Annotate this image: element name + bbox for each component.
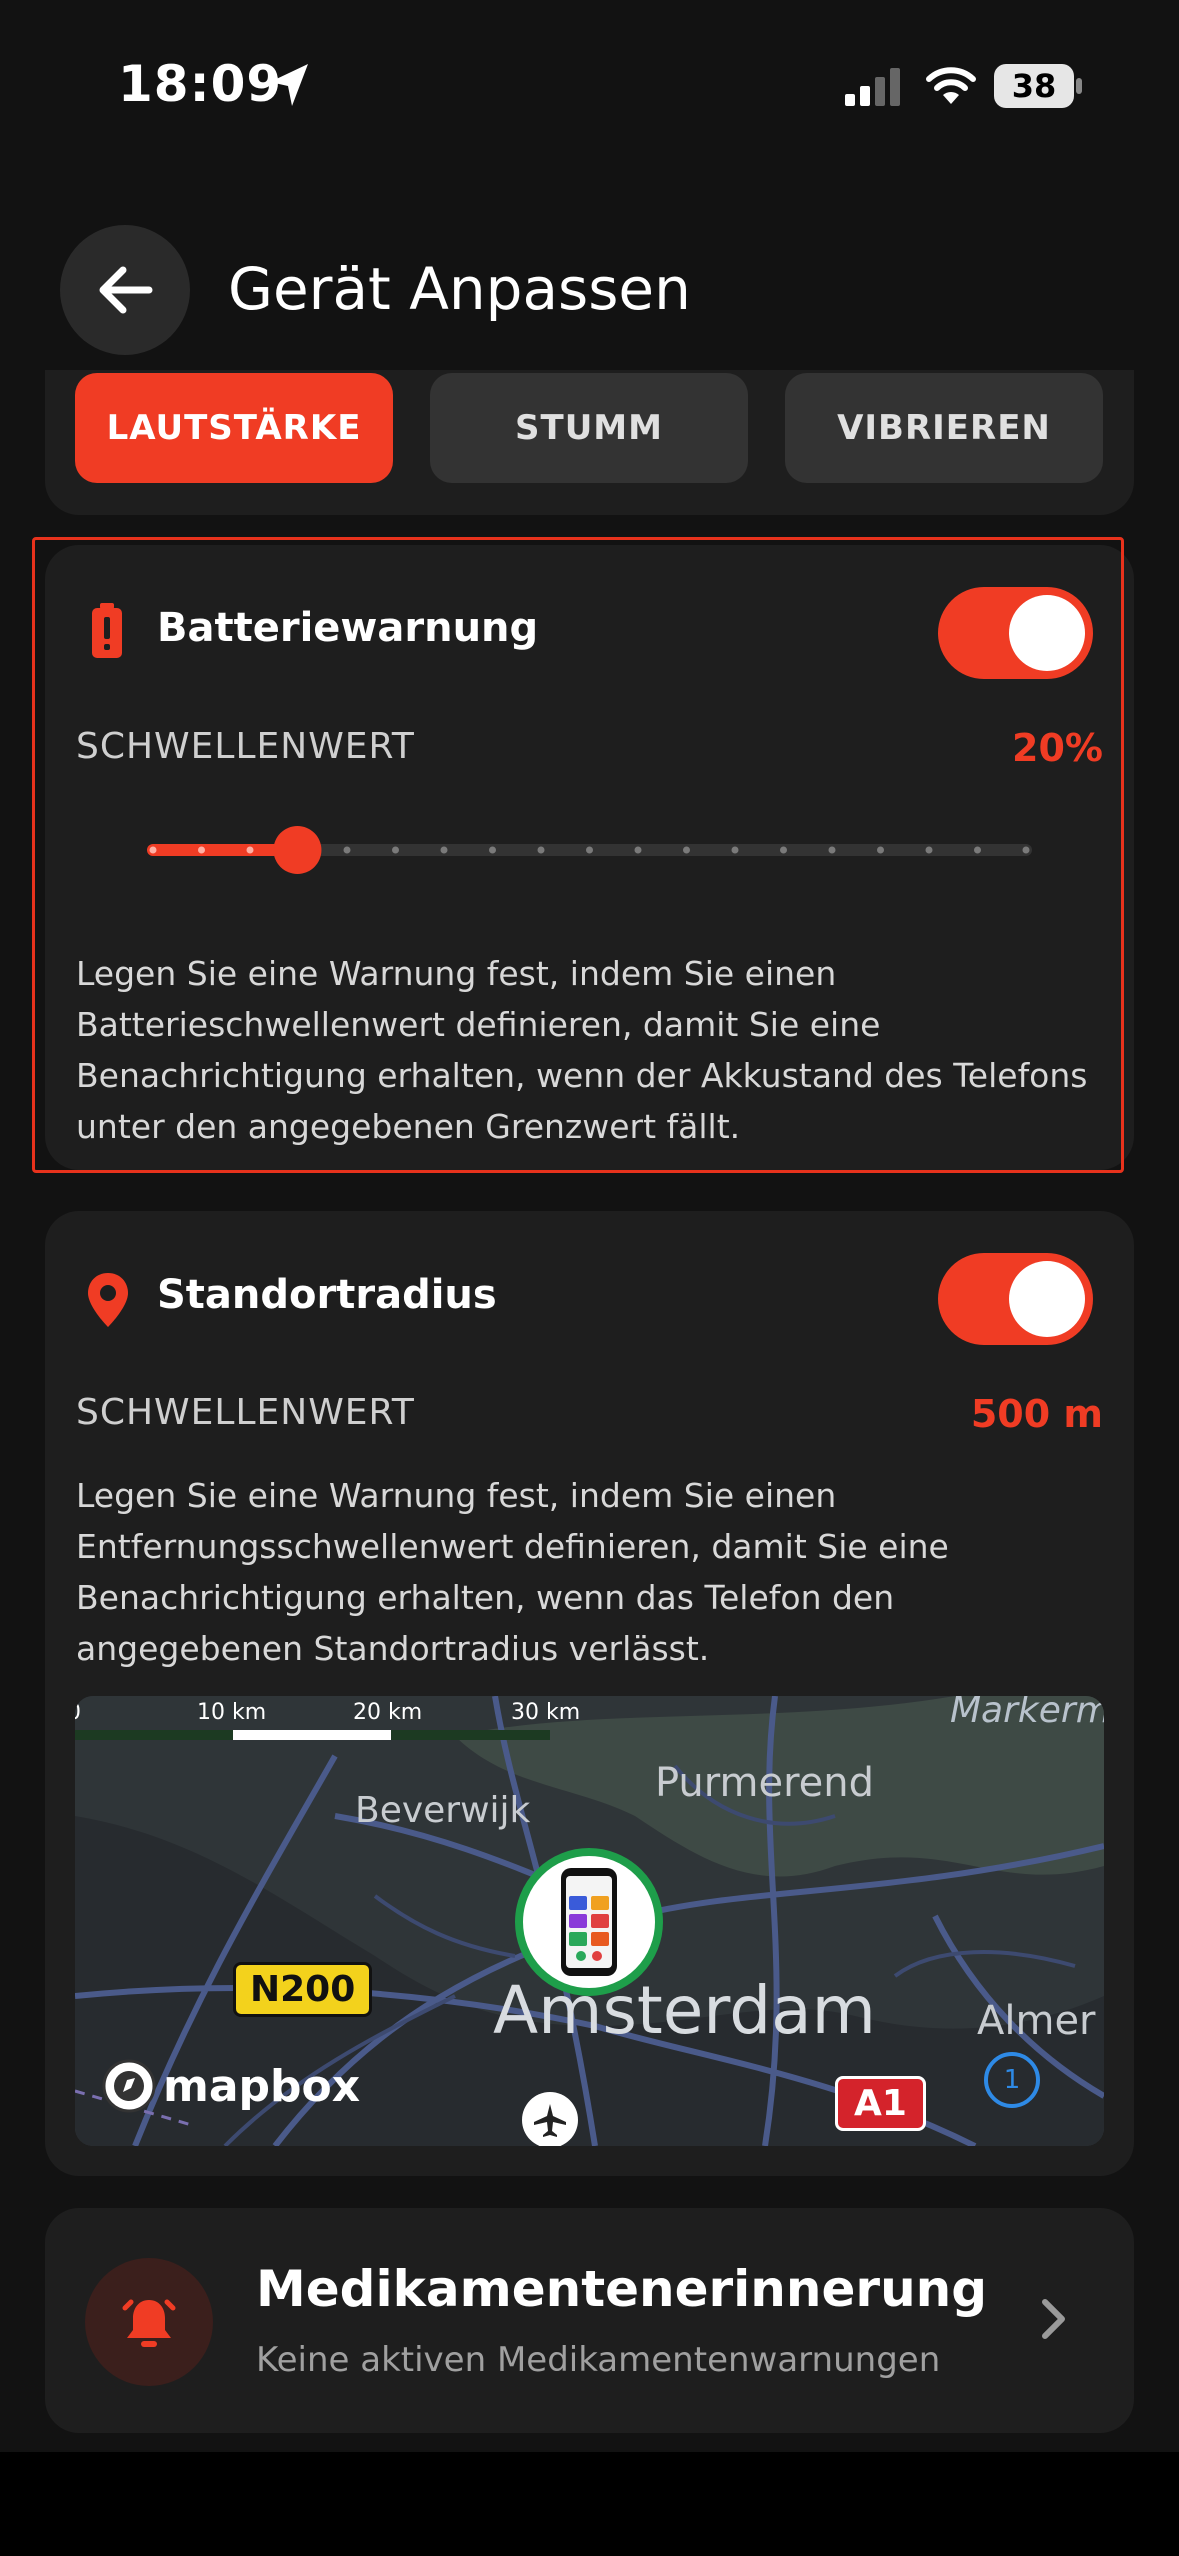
slider-step-dot	[440, 846, 448, 854]
slider-step-dot	[149, 846, 157, 854]
slider-step-dot	[537, 846, 545, 854]
slider-step-dot	[489, 846, 496, 854]
battery-threshold-slider[interactable]	[147, 820, 1032, 880]
slider-step-dot	[828, 846, 836, 854]
location-threshold-label: SCHWELLENWERT	[76, 1392, 415, 1433]
mapbox-logo-icon	[102, 2059, 156, 2113]
medication-title: Medikamentenerinnerung	[256, 2260, 988, 2318]
map-label-purmerend: Purmerend	[655, 1760, 875, 1806]
slider-step-dot	[634, 846, 642, 854]
map-scale-label: 20 km	[353, 1700, 423, 1725]
airport-icon	[522, 2092, 578, 2146]
status-time: 18:09	[118, 55, 283, 113]
slider-step-dot	[683, 846, 690, 854]
plane-icon	[534, 2104, 566, 2137]
map-scale-label: 30 km	[511, 1700, 581, 1725]
mapbox-attribution: mapbox	[101, 2058, 360, 2114]
location-map[interactable]: 0 10 km 20 km 30 km Markerm Beverwijk Pu…	[75, 1696, 1104, 2146]
map-scale-label: 0	[75, 1700, 81, 1725]
location-radius-toggle[interactable]	[938, 1253, 1093, 1345]
location-radius-title: Standortradius	[157, 1272, 497, 1318]
slider-step-dot	[974, 846, 981, 854]
slider-step-dot	[586, 846, 593, 854]
toggle-knob	[1009, 1261, 1085, 1337]
road-shield-n200: N200	[233, 1962, 373, 2017]
battery-threshold-label: SCHWELLENWERT	[76, 726, 415, 767]
arrow-left-icon	[99, 266, 153, 314]
location-threshold-value: 500 m	[970, 1392, 1103, 1436]
slider-thumb[interactable]	[273, 826, 322, 874]
toggle-knob	[1009, 595, 1085, 671]
slider-step-dot	[343, 846, 351, 854]
map-scale-label: 10 km	[197, 1700, 267, 1725]
slider-step-dot	[198, 846, 205, 854]
slider-step-dot	[780, 846, 787, 854]
status-bar: 18:09 38	[0, 0, 1179, 170]
slider-step-dot	[392, 846, 399, 854]
map-label-beverwijk: Beverwijk	[355, 1790, 531, 1831]
battery-warning-description: Legen Sie eine Warnung fest, indem Sie e…	[76, 954, 1088, 1146]
slider-step-dot	[731, 846, 739, 854]
mapbox-wordmark: mapbox	[163, 2060, 361, 2112]
phone-icon	[561, 1868, 617, 1976]
mode-button-vibrate[interactable]: VIBRIEREN	[785, 373, 1103, 483]
location-pin-icon	[88, 1273, 128, 1327]
chevron-right-icon	[1042, 2299, 1065, 2339]
battery-warning-toggle[interactable]	[938, 587, 1093, 679]
slider-step-dot	[877, 846, 884, 854]
battery-cap	[1076, 78, 1082, 94]
battery-warning-title: Batteriewarnung	[157, 605, 539, 651]
location-radius-description: Legen Sie eine Warnung fest, indem Sie e…	[76, 1476, 949, 1668]
mode-button-mute[interactable]: STUMM	[430, 373, 748, 483]
road-shield-a1: A1	[835, 2076, 926, 2131]
slider-step-dot	[1022, 846, 1030, 854]
map-label-markermeer: Markerm	[950, 1696, 1104, 1731]
cellular-signal-icon	[845, 68, 900, 106]
map-label-almere: Almer	[977, 1998, 1096, 2044]
page-title: Gerät Anpassen	[228, 255, 691, 323]
slider-track	[147, 826, 1032, 874]
battery-threshold-value: 20%	[1012, 726, 1103, 770]
location-arrow-icon	[270, 64, 308, 106]
wifi-icon	[926, 67, 976, 104]
device-location-marker[interactable]	[515, 1848, 663, 1996]
alarm-bell-icon	[122, 2299, 176, 2347]
medication-subtitle: Keine aktiven Medikamentenwarnungen	[256, 2340, 941, 2380]
map-scale-segment	[233, 1730, 391, 1740]
medication-icon-badge	[85, 2258, 213, 2386]
slider-step-dot	[925, 846, 933, 854]
battery-alert-icon	[92, 603, 122, 658]
road-shield-ring: 1	[984, 2052, 1040, 2108]
slider-step-dot	[246, 846, 254, 854]
mode-button-volume[interactable]: LAUTSTÄRKE	[75, 373, 393, 483]
bottom-safe-area	[0, 2452, 1179, 2556]
back-button[interactable]	[60, 225, 190, 355]
battery-level: 38	[1011, 67, 1057, 105]
battery-indicator: 38	[994, 64, 1074, 108]
